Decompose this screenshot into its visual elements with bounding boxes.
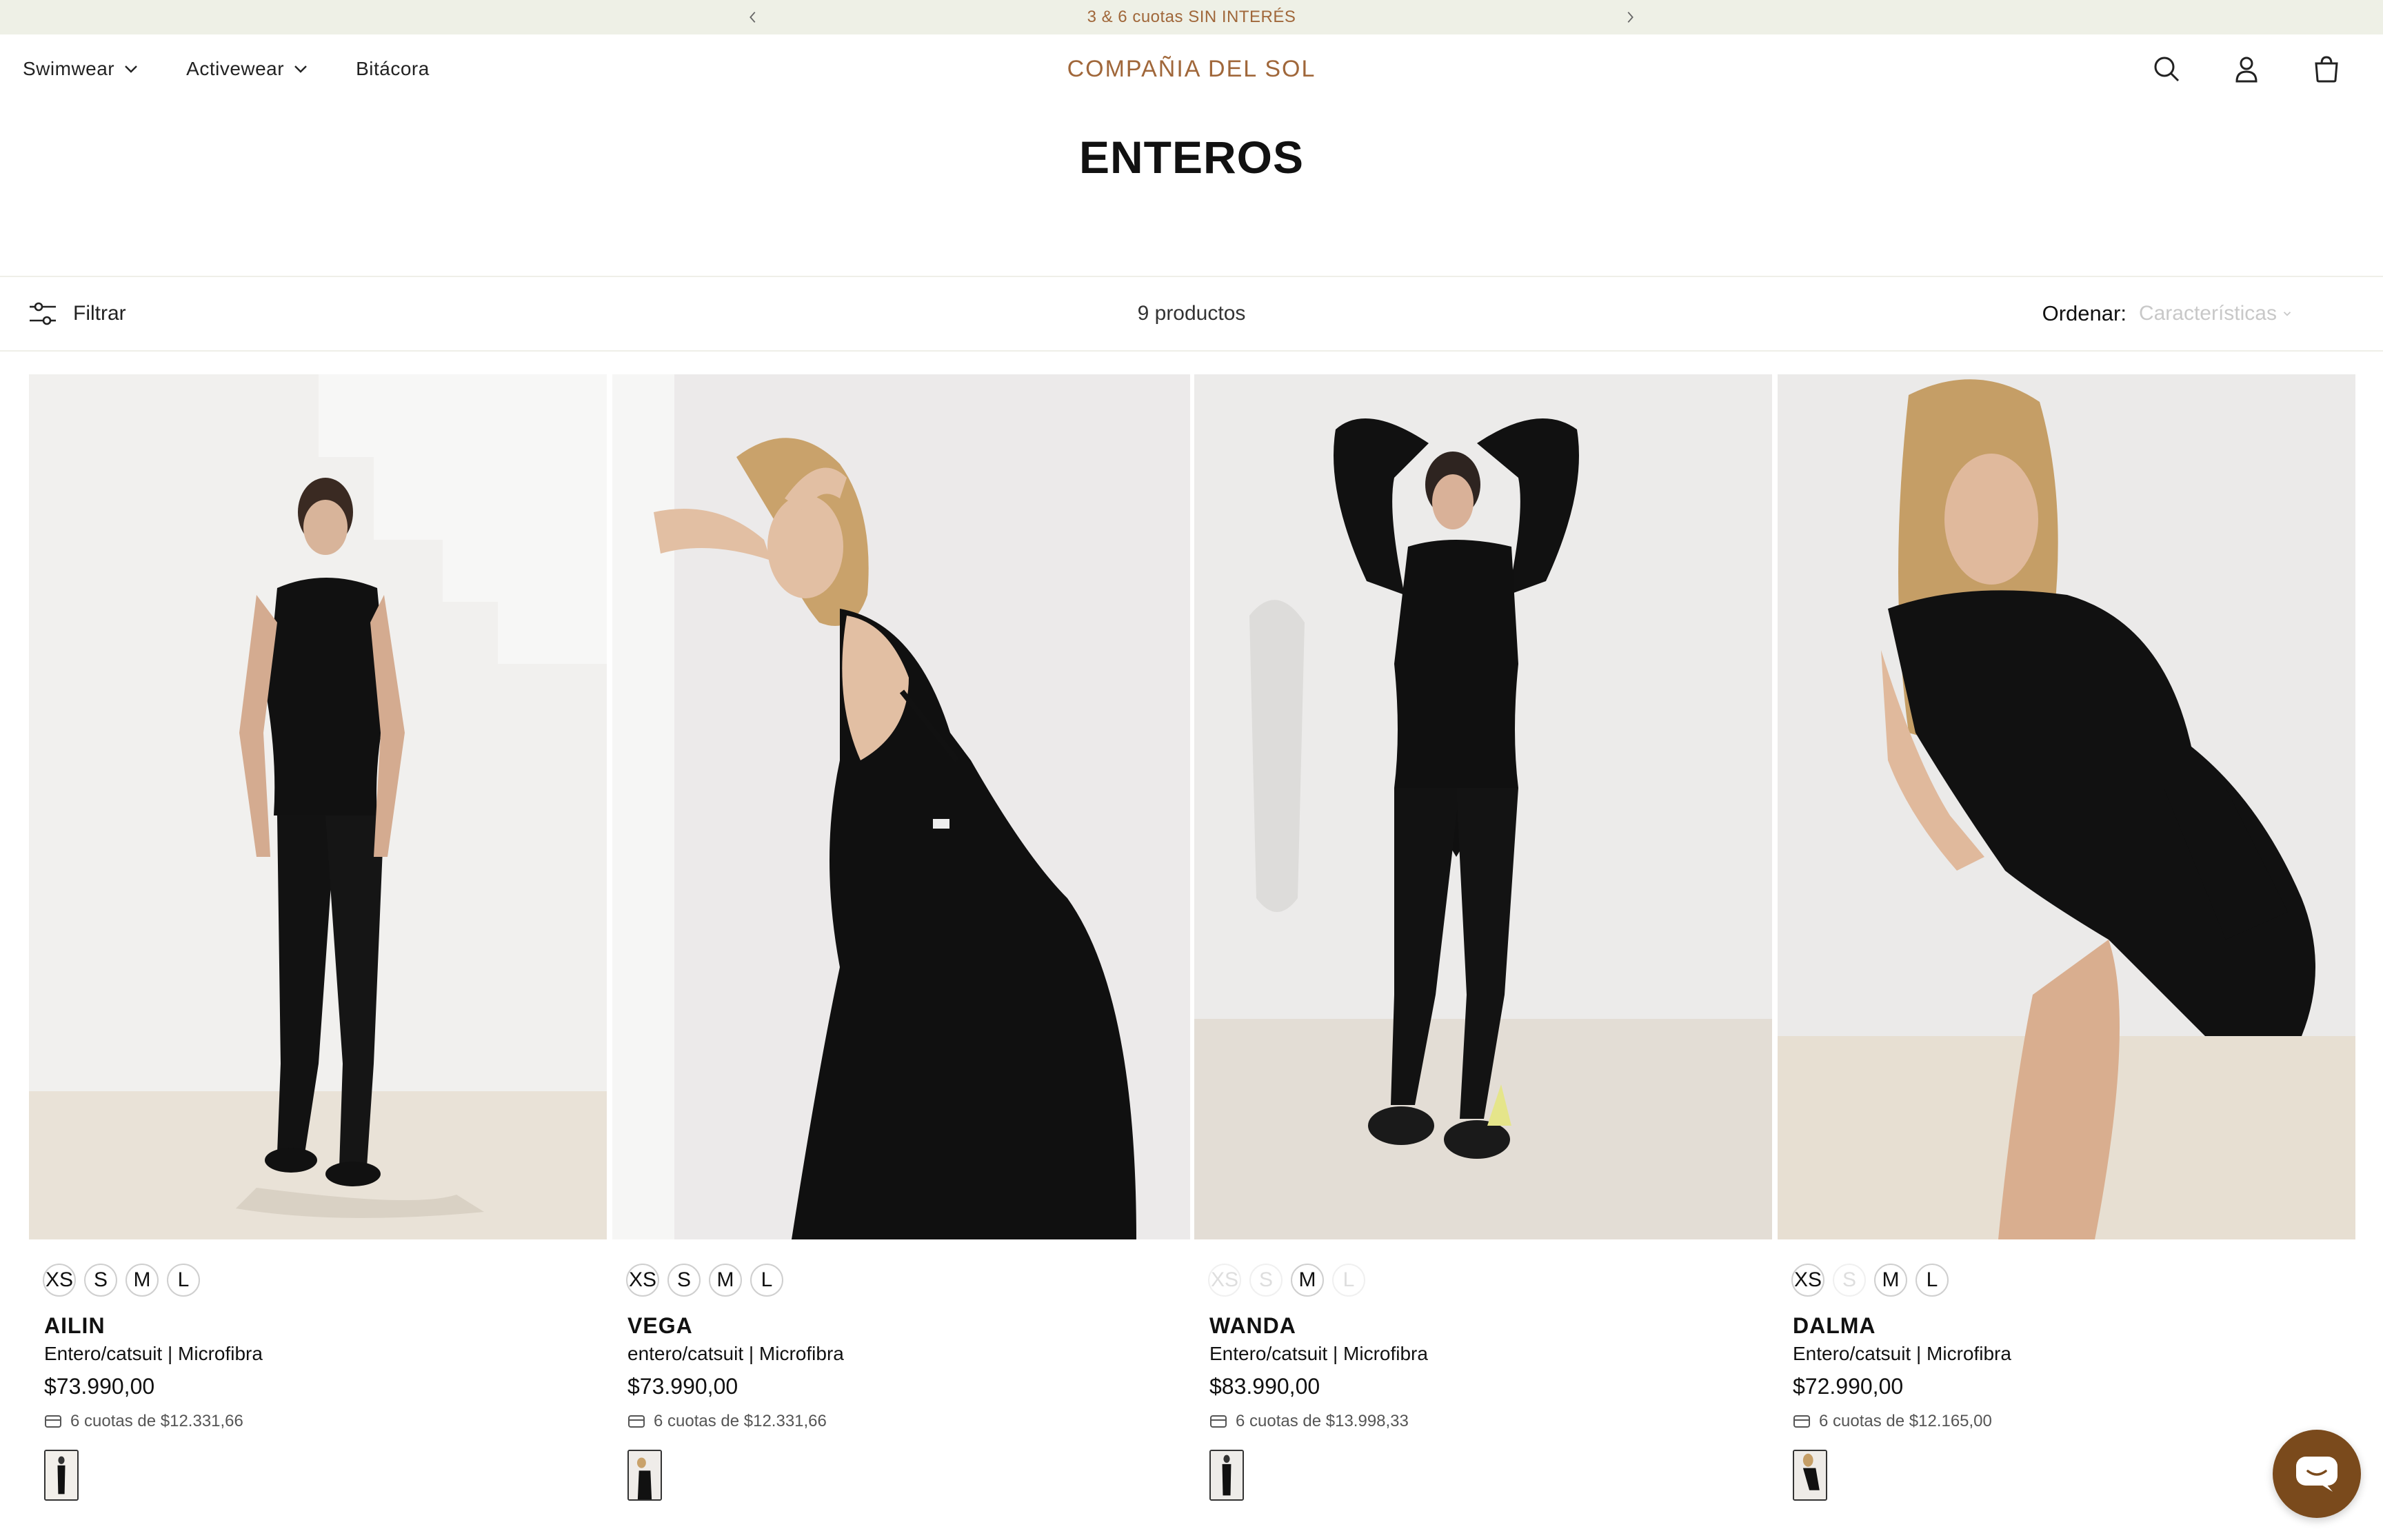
product-price: $73.990,00	[44, 1374, 155, 1399]
size-option-s[interactable]: S	[84, 1264, 117, 1297]
site-header: Swimwear Activewear Bitácora COMPAÑIA DE…	[0, 34, 2383, 103]
size-option-l[interactable]: L	[750, 1264, 783, 1297]
announcement-message: 3 & 6 cuotas SIN INTERÉS	[1087, 8, 1296, 26]
search-icon[interactable]	[2151, 54, 2182, 84]
size-option-s[interactable]: S	[1833, 1264, 1866, 1297]
credit-card-icon	[45, 1415, 61, 1428]
color-swatch[interactable]	[1209, 1450, 1244, 1501]
color-swatch[interactable]	[627, 1450, 662, 1501]
size-options: XS S M L	[43, 1264, 200, 1297]
installments: 6 cuotas de $12.331,66	[44, 1412, 243, 1431]
size-options: XS S M L	[1208, 1264, 1365, 1297]
size-option-xs[interactable]: XS	[43, 1264, 76, 1297]
product-description: Entero/catsuit | Microfibra	[1209, 1343, 1428, 1364]
sort-label: Ordenar:	[2042, 301, 2126, 325]
installments: 6 cuotas de $12.331,66	[627, 1412, 827, 1431]
product-image[interactable]	[1194, 374, 1772, 1239]
color-swatch[interactable]	[44, 1450, 79, 1501]
product-description: Entero/catsuit | Microfibra	[1793, 1343, 2011, 1364]
product-name[interactable]: VEGA	[627, 1313, 693, 1339]
product-image[interactable]	[1778, 374, 2355, 1239]
size-option-s[interactable]: S	[667, 1264, 701, 1297]
size-option-xs[interactable]: XS	[1208, 1264, 1241, 1297]
filter-button[interactable]: Filtrar	[28, 277, 126, 350]
filter-sliders-icon	[30, 302, 56, 325]
chevron-right-icon[interactable]	[1616, 0, 1644, 34]
product-price: $83.990,00	[1209, 1374, 1320, 1399]
nav-bitacora[interactable]: Bitácora	[356, 58, 430, 80]
header-actions	[2151, 34, 2342, 103]
announcement-bar: 3 & 6 cuotas SIN INTERÉS	[0, 0, 2383, 34]
installments-text: 6 cuotas de $12.331,66	[654, 1412, 827, 1430]
size-option-l[interactable]: L	[1916, 1264, 1949, 1297]
size-options: XS S M L	[626, 1264, 783, 1297]
sort-select[interactable]: Características	[2139, 302, 2293, 325]
product-description: Entero/catsuit | Microfibra	[44, 1343, 263, 1364]
installments: 6 cuotas de $13.998,33	[1209, 1412, 1409, 1431]
installments-text: 6 cuotas de $13.998,33	[1236, 1412, 1409, 1430]
credit-card-icon	[628, 1415, 645, 1428]
chat-button[interactable]	[2273, 1430, 2361, 1518]
chevron-down-icon	[2283, 312, 2291, 316]
installments: 6 cuotas de $12.165,00	[1793, 1412, 1992, 1431]
size-option-l[interactable]: L	[167, 1264, 200, 1297]
product-price: $72.990,00	[1793, 1374, 1904, 1399]
size-option-m[interactable]: M	[125, 1264, 159, 1297]
nav-bitacora-label: Bitácora	[356, 58, 430, 79]
nav-swimwear-label: Swimwear	[23, 58, 115, 79]
color-swatch[interactable]	[1793, 1450, 1827, 1501]
brand-logo[interactable]: COMPAÑIA DEL SOL	[985, 34, 1398, 103]
collection-toolbar: Filtrar 9 productos Ordenar: Característ…	[0, 276, 2383, 352]
credit-card-icon	[1793, 1415, 1810, 1428]
bag-icon[interactable]	[2311, 54, 2342, 84]
chevron-down-icon	[125, 65, 137, 73]
size-option-m[interactable]: M	[1291, 1264, 1324, 1297]
product-name[interactable]: AILIN	[44, 1313, 105, 1339]
size-option-l[interactable]: L	[1332, 1264, 1365, 1297]
nav-swimwear[interactable]: Swimwear	[23, 58, 139, 80]
product-description: entero/catsuit | Microfibra	[627, 1343, 844, 1364]
size-option-xs[interactable]: XS	[1791, 1264, 1824, 1297]
size-option-m[interactable]: M	[1874, 1264, 1907, 1297]
nav-activewear[interactable]: Activewear	[186, 58, 309, 80]
size-options: XS S M L	[1791, 1264, 1949, 1297]
nav-activewear-label: Activewear	[186, 58, 285, 79]
product-image[interactable]	[612, 374, 1190, 1239]
product-name[interactable]: WANDA	[1209, 1313, 1296, 1339]
account-icon[interactable]	[2231, 54, 2262, 84]
product-count: 9 productos	[1137, 302, 1246, 325]
product-name[interactable]: DALMA	[1793, 1313, 1876, 1339]
page-title: ENTEROS	[1078, 132, 1305, 183]
size-option-m[interactable]: M	[709, 1264, 742, 1297]
main-nav: Swimwear Activewear Bitácora	[23, 34, 430, 103]
installments-text: 6 cuotas de $12.331,66	[70, 1412, 243, 1430]
size-option-s[interactable]: S	[1249, 1264, 1283, 1297]
credit-card-icon	[1210, 1415, 1227, 1428]
chat-bubble-icon	[2296, 1457, 2337, 1492]
product-price: $73.990,00	[627, 1374, 738, 1399]
filter-label: Filtrar	[73, 302, 126, 325]
sort-control: Ordenar: Características	[2042, 277, 2293, 350]
sort-value: Características	[2138, 302, 2277, 325]
chevron-down-icon	[294, 65, 307, 73]
product-image[interactable]	[29, 374, 607, 1239]
installments-text: 6 cuotas de $12.165,00	[1819, 1412, 1992, 1430]
size-option-xs[interactable]: XS	[626, 1264, 659, 1297]
